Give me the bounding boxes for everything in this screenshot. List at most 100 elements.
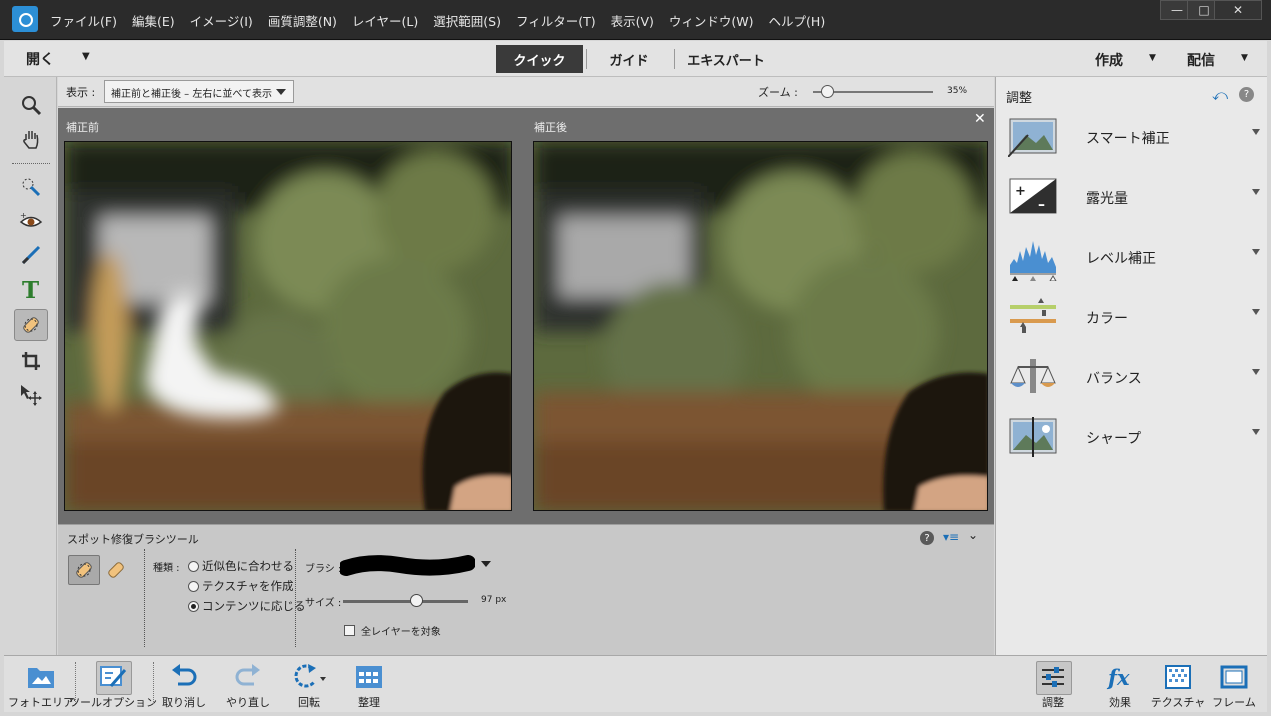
help-icon[interactable]: ? — [920, 531, 934, 545]
radio-content-aware[interactable]: コンテンツに応じる — [188, 598, 306, 614]
radio-button[interactable] — [188, 580, 199, 592]
options-menu-icon[interactable]: ▾≡ — [943, 530, 959, 544]
view-bar: 表示 : 補正前と補正後 – 左右に並べて表示 ズーム : 35% — [58, 77, 994, 107]
create-button[interactable]: 作成 — [1095, 50, 1123, 70]
size-slider-thumb[interactable] — [410, 594, 423, 607]
share-button[interactable]: 配信 — [1187, 50, 1215, 70]
tab-guide[interactable]: ガイド — [589, 45, 669, 73]
adjustments-button[interactable]: 調整 — [1024, 658, 1082, 710]
adjustment-color[interactable]: カラー — [1008, 297, 1260, 347]
menu-file[interactable]: ファイル(F) — [50, 11, 117, 30]
tool-options-panel: スポット修復ブラシツール ? ▾≡ ⌄ 種類 : 近似色に合わせる テクスチャを… — [58, 524, 994, 655]
open-dropdown-icon[interactable]: ▼ — [82, 51, 90, 62]
organize-label: 整理 — [358, 696, 380, 709]
tab-divider — [674, 49, 675, 69]
size-value: 97 px — [481, 595, 507, 605]
photo-bin-icon — [28, 668, 54, 688]
whiten-teeth-tool-icon[interactable] — [14, 239, 48, 271]
textures-button[interactable]: テクスチャ — [1149, 658, 1207, 710]
rotate-button[interactable]: 回転 — [280, 658, 338, 710]
help-icon[interactable]: ? — [1239, 87, 1254, 102]
toolbox: + T — [4, 77, 57, 655]
before-photo[interactable] — [64, 141, 512, 511]
spot-healing-brush-option-icon[interactable] — [68, 555, 100, 585]
reset-icon[interactable]: ⤺ — [1212, 86, 1228, 104]
type-tool-icon[interactable]: T — [14, 273, 48, 305]
open-button[interactable]: 開く — [26, 49, 54, 69]
view-mode-select[interactable]: 補正前と補正後 – 左右に並べて表示 — [104, 80, 294, 103]
radio-button[interactable] — [188, 560, 199, 572]
chevron-down-icon[interactable] — [1252, 309, 1260, 319]
zoom-value: 35% — [947, 86, 968, 96]
checkbox[interactable] — [344, 625, 355, 636]
size-label: サイズ : — [305, 598, 342, 609]
radio-label: 近似色に合わせる — [202, 559, 294, 573]
sharpen-icon — [1008, 417, 1058, 457]
adjustment-levels[interactable]: レベル補正 — [1008, 237, 1260, 287]
healing-brush-option-icon[interactable] — [104, 555, 128, 585]
menu-help[interactable]: ヘルプ(H) — [769, 11, 826, 30]
quick-selection-tool-icon[interactable] — [14, 171, 48, 203]
effects-button[interactable]: fx 効果 — [1091, 658, 1149, 710]
textures-label: テクスチャ — [1150, 696, 1206, 709]
red-eye-tool-icon[interactable]: + — [14, 205, 48, 237]
smart-fix-icon — [1007, 117, 1058, 158]
chevron-down-icon[interactable] — [1252, 249, 1260, 259]
radio-proximity-match[interactable]: 近似色に合わせる — [188, 558, 294, 574]
chevron-down-icon[interactable] — [1252, 369, 1260, 379]
spot-healing-brush-tool-icon[interactable] — [14, 309, 48, 341]
adjustment-label: カラー — [1086, 311, 1128, 327]
tool-options-title: スポット修復ブラシツール — [67, 533, 199, 546]
svg-text:+: + — [20, 211, 27, 220]
photo-bin-button[interactable]: フォトエリア — [8, 658, 74, 710]
adjustment-exposure[interactable]: + – 露光量 — [1008, 177, 1260, 227]
after-label: 補正後 — [534, 121, 567, 134]
menu-filter[interactable]: フィルター(T) — [516, 11, 596, 30]
tab-quick[interactable]: クイック — [496, 45, 583, 73]
size-slider-track[interactable] — [343, 600, 468, 603]
zoom-slider-thumb[interactable] — [821, 85, 834, 98]
menu-select[interactable]: 選択範囲(S) — [433, 11, 501, 30]
brush-label: ブラシ : — [305, 564, 342, 575]
organize-button[interactable]: 整理 — [340, 658, 398, 710]
menu-window[interactable]: ウィンドウ(W) — [669, 11, 754, 30]
adjustment-sharpen[interactable]: シャープ — [1008, 417, 1260, 467]
close-window-button[interactable]: ✕ — [1214, 0, 1262, 20]
tool-options-button[interactable]: ツールオプション — [69, 658, 157, 710]
exposure-icon: + – — [1008, 177, 1058, 217]
hand-tool-icon[interactable] — [14, 123, 48, 155]
adjustment-balance[interactable]: バランス — [1008, 357, 1260, 407]
menu-view[interactable]: 表示(V) — [611, 11, 654, 30]
tool-options-label: ツールオプション — [69, 696, 157, 709]
share-dropdown-icon[interactable]: ▼ — [1241, 53, 1248, 63]
move-tool-icon[interactable] — [14, 379, 48, 411]
zoom-tool-icon[interactable] — [14, 89, 48, 121]
options-divider — [144, 549, 145, 647]
chevron-down-icon[interactable]: ⌄ — [968, 528, 978, 542]
menu-image[interactable]: イメージ(I) — [190, 11, 253, 30]
frames-button[interactable]: フレーム — [1205, 658, 1263, 710]
after-photo[interactable] — [533, 141, 988, 511]
brush-dropdown-icon[interactable] — [481, 561, 491, 572]
undo-button[interactable]: 取り消し — [155, 658, 213, 710]
sample-all-layers-checkbox[interactable]: 全レイヤーを対象 — [344, 623, 441, 638]
chevron-down-icon[interactable] — [1252, 429, 1260, 439]
chevron-down-icon[interactable] — [1252, 129, 1260, 139]
image-canvas[interactable]: 補正前 補正後 ✕ — [58, 108, 994, 524]
adjustment-smart-fix[interactable]: スマート補正 — [1007, 117, 1260, 167]
undo-label: 取り消し — [162, 696, 206, 709]
menu-edit[interactable]: 編集(E) — [132, 11, 175, 30]
redo-button[interactable]: やり直し — [219, 658, 277, 710]
crop-tool-icon[interactable] — [14, 345, 48, 377]
close-compare-button[interactable]: ✕ — [974, 111, 986, 127]
svg-text:–: – — [1038, 197, 1045, 213]
menu-layer[interactable]: レイヤー(L) — [352, 11, 418, 30]
chevron-down-icon[interactable] — [1252, 189, 1260, 199]
menu-enhance[interactable]: 画質調整(N) — [268, 11, 337, 30]
frames-label: フレーム — [1212, 696, 1256, 709]
tab-expert[interactable]: エキスパート — [676, 45, 776, 73]
brush-preview[interactable] — [338, 555, 476, 584]
radio-create-texture[interactable]: テクスチャを作成 — [188, 578, 294, 594]
radio-button-selected[interactable] — [188, 600, 199, 612]
create-dropdown-icon[interactable]: ▼ — [1149, 53, 1156, 63]
